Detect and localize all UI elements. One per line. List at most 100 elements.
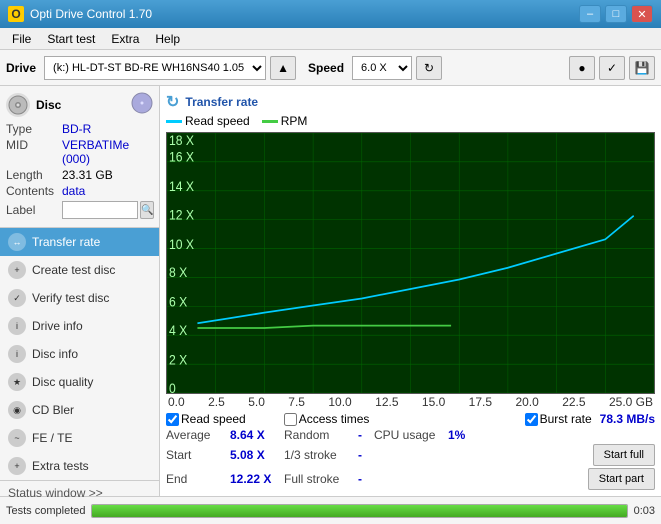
svg-text:14 X: 14 X — [169, 178, 194, 194]
status-window-button[interactable]: Status window >> — [0, 480, 159, 505]
close-button[interactable]: ✕ — [631, 5, 653, 23]
menu-help[interactable]: Help — [147, 30, 188, 48]
start-part-button[interactable]: Start part — [588, 468, 655, 490]
x-label-9: 22.5 — [562, 395, 585, 409]
legend-rpm-color — [262, 120, 278, 123]
menu-extra[interactable]: Extra — [103, 30, 147, 48]
x-label-0: 0.0 — [168, 395, 185, 409]
end-value: 12.22 X — [230, 472, 280, 486]
record-button[interactable]: ● — [569, 56, 595, 80]
status-time: 0:03 — [634, 505, 655, 517]
nav-fe-te-label: FE / TE — [32, 431, 72, 445]
legend-rpm-label: RPM — [281, 114, 308, 128]
label-icon-button[interactable]: 🔍 — [140, 201, 154, 219]
burst-rate-checkbox[interactable] — [525, 413, 538, 426]
x-axis-labels: 0.0 2.5 5.0 7.5 10.0 12.5 15.0 17.5 20.0… — [166, 394, 655, 410]
disc-small-icon — [131, 92, 153, 114]
nav-create-test-disc[interactable]: + Create test disc — [0, 256, 159, 284]
disc-quality-icon: ★ — [8, 373, 26, 391]
disc-panel: Disc Type BD-R MID VERBATIMe (000) Lengt… — [0, 86, 159, 228]
menu-start-test[interactable]: Start test — [39, 30, 103, 48]
nav-drive-info[interactable]: i Drive info — [0, 312, 159, 340]
progress-bar-container — [91, 504, 627, 518]
stroke2-label: Full stroke — [284, 472, 354, 486]
mid-label: MID — [6, 138, 62, 166]
chart-legend: Read speed RPM — [166, 114, 655, 128]
svg-text:8 X: 8 X — [169, 264, 187, 280]
nav-extra-tests[interactable]: + Extra tests — [0, 452, 159, 480]
random-value: - — [358, 428, 362, 442]
create-test-disc-icon: + — [8, 261, 26, 279]
x-label-10: 25.0 GB — [609, 395, 653, 409]
start-full-button[interactable]: Start full — [593, 444, 655, 466]
access-times-checkbox[interactable] — [284, 413, 297, 426]
contents-label: Contents — [6, 184, 62, 198]
chart-svg: 0 2 X 4 X 6 X 8 X 10 X 12 X 14 X 16 X 18… — [167, 133, 654, 393]
svg-text:10 X: 10 X — [169, 236, 194, 252]
refresh-button[interactable]: ↻ — [416, 56, 442, 80]
burst-rate-checkbox-label[interactable]: Burst rate — [525, 412, 592, 426]
legend-read-speed: Read speed — [166, 114, 250, 128]
average-value: 8.64 X — [230, 428, 280, 442]
titlebar: O Opti Drive Control 1.70 – □ ✕ — [0, 0, 661, 28]
nav-cd-bler-label: CD Bler — [32, 403, 74, 417]
drive-label: Drive — [6, 61, 36, 75]
access-times-checkbox-label[interactable]: Access times — [284, 412, 370, 426]
nav-fe-te[interactable]: ~ FE / TE — [0, 424, 159, 452]
sidebar-nav: ↔ Transfer rate + Create test disc ✓ Ver… — [0, 228, 159, 480]
app-title: Opti Drive Control 1.70 — [30, 7, 579, 21]
menu-file[interactable]: File — [4, 30, 39, 48]
progress-bar-fill — [92, 505, 626, 517]
cpu-label: CPU usage — [374, 428, 444, 442]
fe-te-icon: ~ — [8, 429, 26, 447]
maximize-button[interactable]: □ — [605, 5, 627, 23]
start-value: 5.08 X — [230, 448, 280, 462]
chart-title-icon: ↻ — [166, 92, 179, 112]
nav-disc-quality[interactable]: ★ Disc quality — [0, 368, 159, 396]
random-label: Random — [284, 428, 354, 442]
drive-select[interactable]: (k:) HL-DT-ST BD-RE WH16NS40 1.05 — [44, 56, 266, 80]
minimize-button[interactable]: – — [579, 5, 601, 23]
svg-text:12 X: 12 X — [169, 206, 194, 222]
stroke2-value: - — [358, 472, 362, 486]
speed-select[interactable]: 6.0 X — [352, 56, 412, 80]
end-label: End — [166, 472, 226, 486]
disc-icon — [6, 93, 30, 117]
burst-rate-value: 78.3 MB/s — [600, 412, 655, 426]
verify-test-disc-icon: ✓ — [8, 289, 26, 307]
x-label-1: 2.5 — [208, 395, 225, 409]
main-content: Disc Type BD-R MID VERBATIMe (000) Lengt… — [0, 86, 661, 496]
x-label-6: 15.0 — [422, 395, 445, 409]
nav-verify-test-disc[interactable]: ✓ Verify test disc — [0, 284, 159, 312]
average-label: Average — [166, 428, 226, 442]
legend-read-speed-color — [166, 120, 182, 123]
stroke1-value: - — [358, 448, 362, 462]
stroke1-label: 1/3 stroke — [284, 448, 354, 462]
disc-info-icon: i — [8, 345, 26, 363]
nav-disc-info[interactable]: i Disc info — [0, 340, 159, 368]
save-button[interactable]: 💾 — [629, 56, 655, 80]
nav-verify-test-disc-label: Verify test disc — [32, 291, 109, 305]
mid-value: VERBATIMe (000) — [62, 138, 153, 166]
x-label-2: 5.0 — [248, 395, 265, 409]
read-speed-checkbox-label[interactable]: Read speed — [166, 412, 246, 426]
transfer-rate-icon: ↔ — [8, 233, 26, 251]
nav-transfer-rate[interactable]: ↔ Transfer rate — [0, 228, 159, 256]
nav-extra-tests-label: Extra tests — [32, 459, 89, 473]
label-input[interactable] — [62, 201, 138, 219]
svg-text:0: 0 — [169, 380, 176, 393]
eject-button[interactable]: ▲ — [270, 56, 296, 80]
verify-button[interactable]: ✓ — [599, 56, 625, 80]
stats-row-end: End 12.22 X Full stroke - Start part — [166, 468, 655, 490]
nav-cd-bler[interactable]: ◉ CD Bler — [0, 396, 159, 424]
titlebar-buttons: – □ ✕ — [579, 5, 653, 23]
nav-transfer-rate-label: Transfer rate — [32, 235, 100, 249]
read-speed-checkbox[interactable] — [166, 413, 179, 426]
label-label: Label — [6, 203, 62, 217]
checkboxes-row: Read speed Access times Burst rate 78.3 … — [166, 412, 655, 426]
chart-title-text: Transfer rate — [185, 95, 258, 109]
nav-create-test-disc-label: Create test disc — [32, 263, 115, 277]
x-label-5: 12.5 — [375, 395, 398, 409]
sidebar: Disc Type BD-R MID VERBATIMe (000) Lengt… — [0, 86, 160, 496]
x-label-4: 10.0 — [328, 395, 351, 409]
